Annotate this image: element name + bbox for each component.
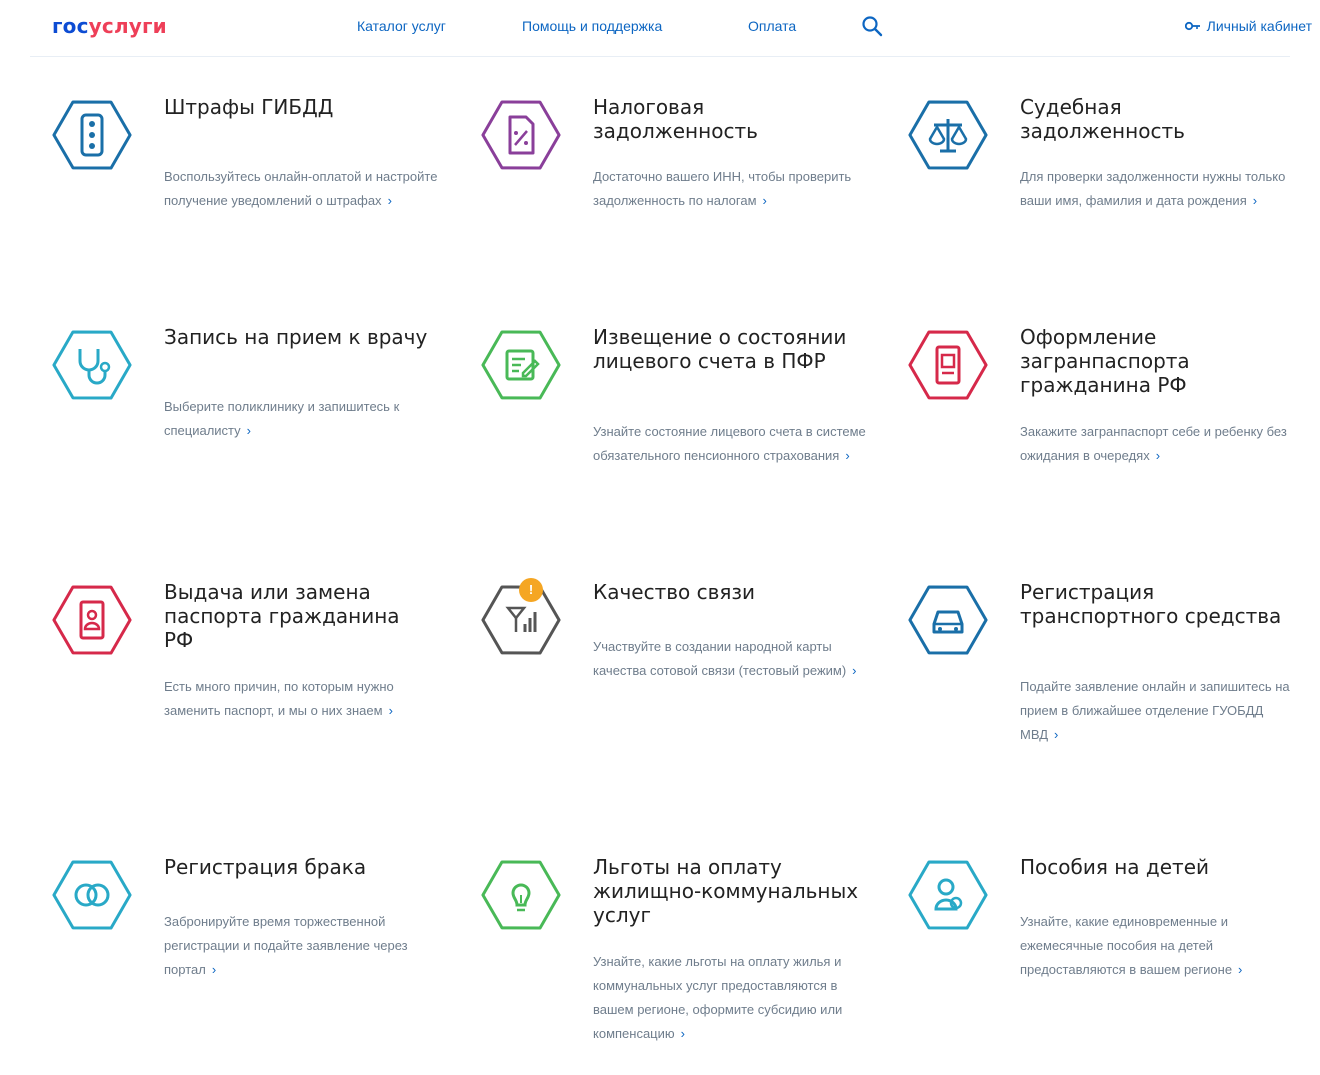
key-icon xyxy=(1184,18,1201,34)
service-title[interactable]: Судебная задолженность xyxy=(1020,95,1290,143)
service-description: Узнайте состояние лицевого счета в систе… xyxy=(593,420,868,468)
nav-payment-link[interactable]: Оплата xyxy=(748,18,796,34)
stethoscope-icon xyxy=(52,325,132,405)
service-description: Закажите загранпаспорт себе и ребенку бе… xyxy=(1020,420,1295,468)
rings-icon xyxy=(52,855,132,935)
signal-icon: ! xyxy=(481,578,561,660)
chevron-right-icon[interactable]: › xyxy=(212,962,216,977)
service-title[interactable]: Запись на прием к врачу xyxy=(164,325,434,349)
service-title[interactable]: Качество связи xyxy=(593,580,863,604)
chevron-right-icon[interactable]: › xyxy=(1156,448,1160,463)
service-title[interactable]: Пособия на детей xyxy=(1020,855,1290,879)
nav-help-link[interactable]: Помощь и поддержка xyxy=(522,18,662,34)
service-description: Есть много причин, по которым нужно заме… xyxy=(164,675,439,723)
service-description: Достаточно вашего ИНН, чтобы проверить з… xyxy=(593,165,868,213)
service-description: Для проверки задолженности нужны только … xyxy=(1020,165,1295,213)
service-description-text: Забронируйте время торжественной регистр… xyxy=(164,914,408,977)
traffic-light-icon xyxy=(52,95,132,175)
search-icon[interactable] xyxy=(860,14,884,38)
service-description: Узнайте, какие единовременные и ежемесяч… xyxy=(1020,910,1295,982)
service-description: Выберите поликлинику и запишитесь к спец… xyxy=(164,395,439,443)
chevron-right-icon[interactable]: › xyxy=(389,703,393,718)
passport-icon xyxy=(908,325,988,405)
service-description-text: Узнайте, какие единовременные и ежемесяч… xyxy=(1020,914,1233,977)
service-description-text: Участвуйте в создании народной карты кач… xyxy=(593,639,847,678)
chevron-right-icon[interactable]: › xyxy=(1253,193,1257,208)
id-passport-icon xyxy=(52,580,132,660)
header-divider xyxy=(30,56,1290,57)
service-description: Участвуйте в создании народной карты кач… xyxy=(593,635,868,683)
service-description-text: Воспользуйтесь онлайн-оплатой и настройт… xyxy=(164,169,438,208)
service-description-text: Есть много причин, по которым нужно заме… xyxy=(164,679,394,718)
service-description: Подайте заявление онлайн и запишитесь на… xyxy=(1020,675,1295,747)
service-title[interactable]: Налоговая задолженность xyxy=(593,95,863,143)
chevron-right-icon[interactable]: › xyxy=(1054,727,1058,742)
service-description-text: Закажите загранпаспорт себе и ребенку бе… xyxy=(1020,424,1287,463)
tax-document-icon xyxy=(481,95,561,175)
gosuslugi-logo[interactable]: госуслуги xyxy=(52,14,167,38)
notification-badge: ! xyxy=(519,578,543,602)
lightbulb-icon xyxy=(481,855,561,935)
service-title[interactable]: Оформление загранпаспорта гражданина РФ xyxy=(1020,325,1290,397)
chevron-right-icon[interactable]: › xyxy=(852,663,856,678)
service-title[interactable]: Извещение о состоянии лицевого счета в П… xyxy=(593,325,863,373)
scales-icon xyxy=(908,95,988,175)
service-title[interactable]: Льготы на оплату жилищно-коммунальных ус… xyxy=(593,855,863,927)
logo-text-gos: гос xyxy=(52,14,89,38)
service-title[interactable]: Регистрация брака xyxy=(164,855,434,879)
service-title[interactable]: Штрафы ГИБДД xyxy=(164,95,434,119)
service-title[interactable]: Выдача или замена паспорта гражданина РФ xyxy=(164,580,434,652)
service-description-text: Подайте заявление онлайн и запишитесь на… xyxy=(1020,679,1290,742)
service-description: Воспользуйтесь онлайн-оплатой и настройт… xyxy=(164,165,439,213)
service-description: Узнайте, какие льготы на оплату жилья и … xyxy=(593,950,868,1046)
account-label: Личный кабинет xyxy=(1206,18,1312,34)
service-description-text: Для проверки задолженности нужны только … xyxy=(1020,169,1286,208)
service-description-text: Узнайте состояние лицевого счета в систе… xyxy=(593,424,866,463)
service-description-text: Узнайте, какие льготы на оплату жилья и … xyxy=(593,954,843,1041)
chevron-right-icon[interactable]: › xyxy=(845,448,849,463)
nav-catalog-link[interactable]: Каталог услуг xyxy=(357,18,446,34)
chevron-right-icon[interactable]: › xyxy=(681,1026,685,1041)
car-icon xyxy=(908,580,988,660)
service-description: Забронируйте время торжественной регистр… xyxy=(164,910,439,982)
service-title[interactable]: Регистрация транспортного средства xyxy=(1020,580,1290,628)
child-icon xyxy=(908,855,988,935)
service-description-text: Выберите поликлинику и запишитесь к спец… xyxy=(164,399,400,438)
site-header: госуслуги Каталог услуг Помощь и поддерж… xyxy=(0,0,1320,60)
chevron-right-icon[interactable]: › xyxy=(763,193,767,208)
service-description-text: Достаточно вашего ИНН, чтобы проверить з… xyxy=(593,169,852,208)
chevron-right-icon[interactable]: › xyxy=(1238,962,1242,977)
account-link[interactable]: Личный кабинет xyxy=(1184,18,1312,34)
edit-document-icon xyxy=(481,325,561,405)
chevron-right-icon[interactable]: › xyxy=(247,423,251,438)
logo-text-uslugi: услуги xyxy=(88,14,167,38)
chevron-right-icon[interactable]: › xyxy=(388,193,392,208)
